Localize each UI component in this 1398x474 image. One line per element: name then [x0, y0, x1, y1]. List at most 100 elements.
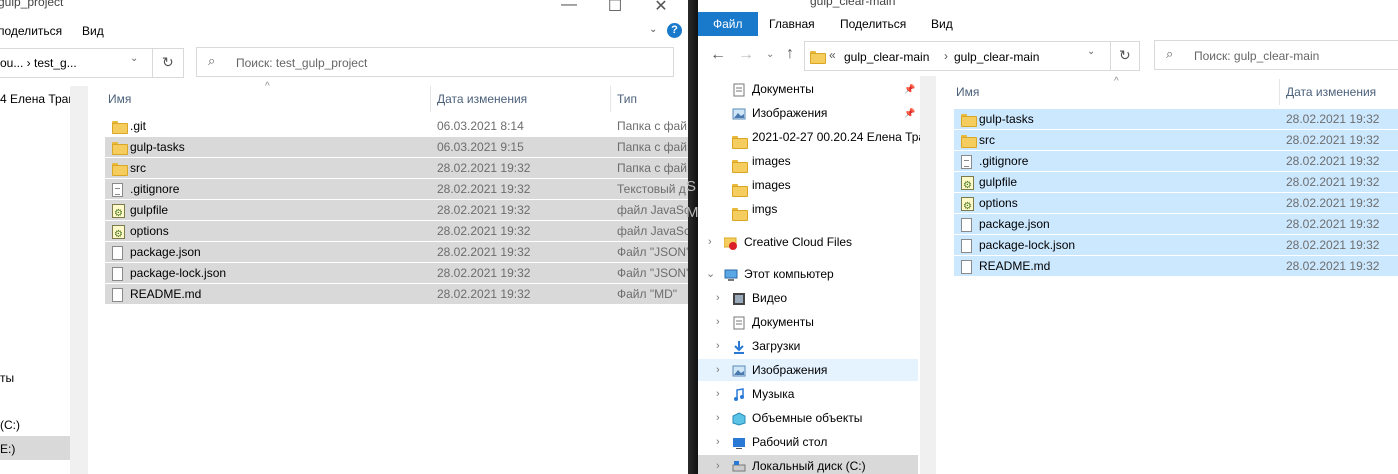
file-row[interactable]: gulp-tasks 06.03.2021 9:15 Папка с фай: [105, 137, 688, 157]
file-name: src: [130, 161, 146, 175]
chevron-right-icon[interactable]: ›: [708, 231, 712, 253]
nav-item-fragment[interactable]: 4 Елена Трап: [0, 92, 75, 106]
nav-item-this-pc-child[interactable]: › Локальный диск (C:): [698, 455, 918, 474]
file-date: 28.02.2021 19:32: [437, 161, 531, 175]
file-date: 28.02.2021 19:32: [1286, 217, 1380, 231]
menu-file[interactable]: Файл: [713, 17, 743, 31]
nav-item-creative-cloud[interactable]: › Creative Cloud Files: [698, 231, 918, 253]
file-type: Файл "JSON": [617, 266, 688, 280]
menu-view[interactable]: Вид: [82, 24, 104, 38]
nav-item-this-pc-child[interactable]: › Загрузки: [698, 335, 918, 357]
column-name[interactable]: Имя: [956, 85, 979, 99]
pin-icon[interactable]: 📌: [904, 102, 915, 124]
nav-item-label: Видео: [752, 291, 788, 305]
file-row[interactable]: .gitignore 28.02.2021 19:32 Текстовый д: [105, 179, 688, 199]
column-name[interactable]: Имя: [108, 92, 131, 106]
file-row[interactable]: README.md 28.02.2021 19:32: [954, 256, 1398, 276]
nav-item-fragment[interactable]: (C:): [0, 418, 20, 432]
file-icon-slot: [112, 158, 128, 178]
column-divider[interactable]: [610, 86, 611, 112]
folder-icon: [732, 178, 748, 198]
address-dropdown-icon[interactable]: ⌄: [130, 53, 138, 64]
nav-item-label: 2021-02-27 00.20.24 Елена Трап: [752, 130, 932, 144]
nav-item-fragment[interactable]: E:): [0, 442, 15, 456]
file-row[interactable]: .git 06.03.2021 8:14 Папка с фай: [105, 116, 688, 136]
nav-item-quick-access[interactable]: Изображения 📌: [698, 102, 920, 124]
chevron-right-icon[interactable]: ›: [716, 431, 720, 453]
ribbon-expand-icon[interactable]: ⌄: [649, 24, 657, 35]
menu-home[interactable]: Главная: [769, 17, 815, 31]
nav-item-quick-access[interactable]: 2021-02-27 00.20.24 Елена Трап: [698, 126, 932, 150]
recent-locations-icon[interactable]: ⌄: [766, 49, 774, 60]
file-row[interactable]: gulpfile 28.02.2021 19:32 файл JavaScr: [105, 200, 688, 224]
chevron-right-icon[interactable]: ›: [716, 335, 720, 357]
file-row[interactable]: README.md 28.02.2021 19:32 Файл "MD": [105, 284, 688, 304]
chevron-right-icon[interactable]: ›: [716, 407, 720, 429]
refresh-icon[interactable]: ↻: [162, 54, 174, 71]
file-row[interactable]: gulp-tasks 28.02.2021 19:32: [954, 109, 1398, 129]
chevron-right-icon[interactable]: ›: [716, 383, 720, 405]
file-row[interactable]: package-lock.json 28.02.2021 19:32 Файл "J…: [105, 263, 688, 283]
address-breadcrumb[interactable]: ou... › test_g...: [0, 56, 77, 70]
nav-item-this-pc-child[interactable]: › Документы: [698, 311, 918, 333]
path-segment[interactable]: gulp_clear-main: [954, 50, 1039, 64]
file-row[interactable]: options 28.02.2021 19:32 файл JavaScr: [105, 221, 688, 245]
column-divider[interactable]: [430, 86, 431, 112]
column-divider[interactable]: [1279, 79, 1280, 105]
path-segment[interactable]: gulp_clear-main: [844, 50, 929, 64]
nav-scrollbar[interactable]: [920, 76, 936, 474]
nav-item-fragment[interactable]: ты: [0, 371, 14, 385]
file-row[interactable]: gulpfile 28.02.2021 19:32: [954, 172, 1398, 196]
help-icon[interactable]: ?: [667, 23, 682, 38]
close-button[interactable]: ✕: [638, 0, 684, 15]
file-row[interactable]: src 28.02.2021 19:32 Папка с фай: [105, 158, 688, 178]
column-date[interactable]: Дата изменения: [437, 92, 527, 106]
nav-item-this-pc[interactable]: ⌄ Этот компьютер: [698, 263, 918, 285]
chevron-right-icon[interactable]: ›: [716, 287, 720, 309]
nav-item-this-pc-child[interactable]: › Объемные объекты: [698, 407, 918, 429]
chevron-right-icon[interactable]: ›: [716, 359, 720, 381]
minimize-button[interactable]: —: [546, 0, 592, 14]
maximize-button[interactable]: ☐: [592, 0, 638, 15]
refresh-icon[interactable]: ↻: [1119, 47, 1131, 64]
menu-view[interactable]: Вид: [931, 17, 953, 31]
nav-item-quick-access[interactable]: imgs: [698, 198, 920, 222]
nav-item-quick-access[interactable]: images: [698, 174, 920, 198]
nav-item-label: Локальный диск (C:): [752, 459, 866, 473]
menu-share[interactable]: Поделиться: [840, 17, 906, 31]
file-row[interactable]: package-lock.json 28.02.2021 19:32: [954, 235, 1398, 255]
chevron-right-icon[interactable]: ›: [716, 311, 720, 333]
pin-icon[interactable]: 📌: [904, 78, 915, 100]
nav-item-this-pc-child[interactable]: › Изображения: [698, 359, 918, 381]
address-dropdown-icon[interactable]: ⌄: [1087, 46, 1095, 57]
file-icon: [961, 217, 972, 232]
up-arrow-icon[interactable]: ↑: [786, 45, 794, 63]
search-input[interactable]: Поиск: test_gulp_project: [236, 56, 367, 70]
path-separator-icon: ›: [944, 49, 948, 63]
column-type[interactable]: Тип: [617, 92, 637, 106]
nav-item-label: Документы: [752, 82, 814, 96]
nav-item-this-pc-child[interactable]: › Музыка: [698, 383, 918, 405]
nav-item-this-pc-child[interactable]: › Видео: [698, 287, 918, 309]
nav-item-this-pc-child[interactable]: › Рабочий стол: [698, 431, 918, 453]
forward-arrow-icon[interactable]: →: [738, 46, 754, 64]
background-glyph: M: [686, 204, 699, 221]
column-date[interactable]: Дата изменения: [1286, 85, 1376, 99]
file-row[interactable]: src 28.02.2021 19:32: [954, 130, 1398, 150]
file-row[interactable]: .gitignore 28.02.2021 19:32: [954, 151, 1398, 171]
chevron-down-icon[interactable]: ⌄: [706, 263, 715, 285]
file-icon-slot: [112, 284, 123, 304]
folder-icon: [810, 51, 826, 65]
nav-item-quick-access[interactable]: images: [698, 150, 920, 174]
overflow-icon[interactable]: «: [829, 48, 836, 62]
file-row[interactable]: options 28.02.2021 19:32: [954, 193, 1398, 217]
back-arrow-icon[interactable]: ←: [710, 46, 726, 64]
file-icon: [112, 287, 123, 302]
file-row[interactable]: package.json 28.02.2021 19:32 Файл "JSON": [105, 242, 688, 262]
nav-item-quick-access[interactable]: Документы 📌: [698, 78, 920, 100]
nav-scrollbar[interactable]: [70, 86, 88, 474]
search-input[interactable]: Поиск: gulp_clear-main: [1194, 49, 1319, 63]
file-row[interactable]: package.json 28.02.2021 19:32: [954, 214, 1398, 234]
menu-share[interactable]: поделиться: [0, 24, 62, 38]
chevron-right-icon[interactable]: ›: [716, 455, 720, 474]
